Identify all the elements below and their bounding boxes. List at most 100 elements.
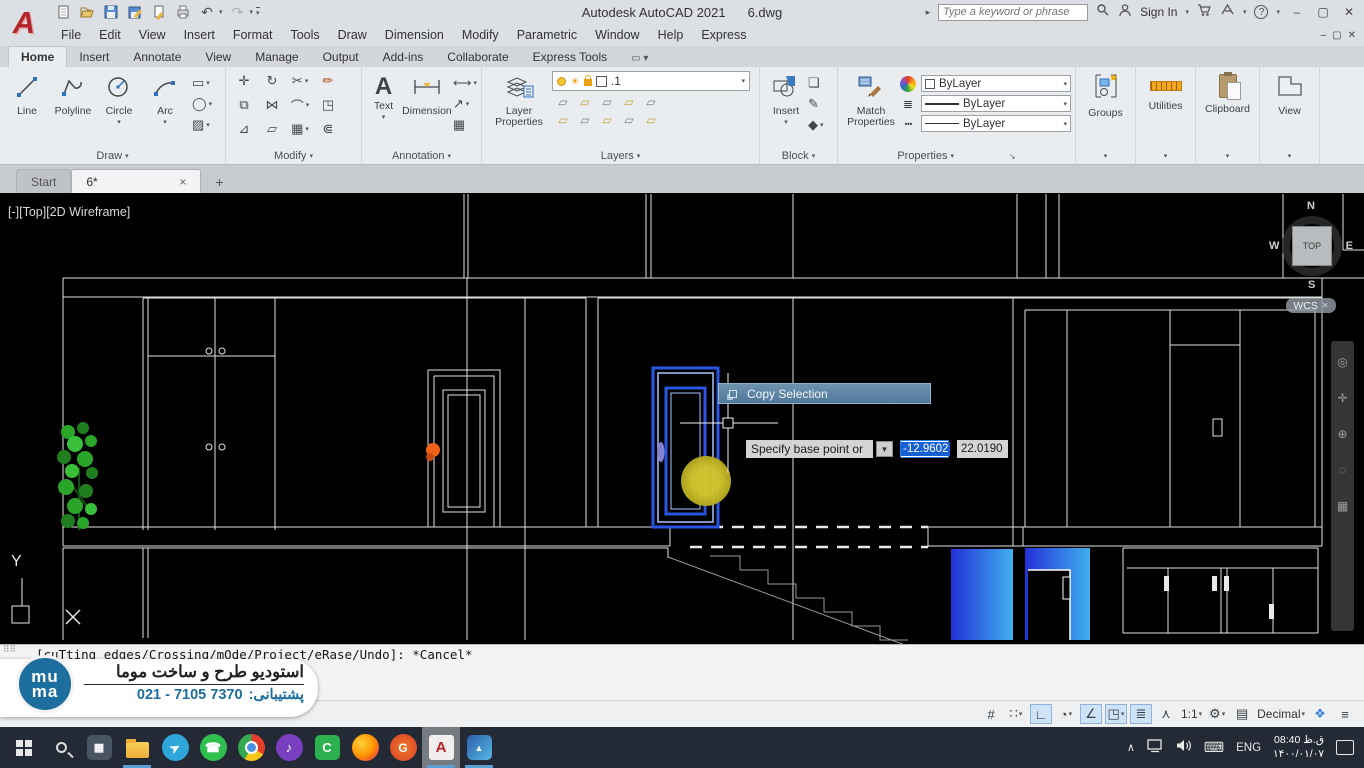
telegram-app-icon[interactable]: ➤ <box>156 727 194 768</box>
units-dropdown[interactable]: Decimal▾ <box>1256 704 1306 724</box>
print-icon[interactable] <box>174 3 192 21</box>
menu-draw[interactable]: Draw <box>329 28 376 42</box>
layer-dropdown-icon[interactable]: ▾ <box>741 77 745 85</box>
autodesk-app-icon[interactable] <box>1220 3 1235 21</box>
menu-insert[interactable]: Insert <box>175 28 224 42</box>
circle-button[interactable]: Circle ▾ <box>96 71 142 126</box>
menu-window[interactable]: Window <box>586 28 648 42</box>
dynamic-input-x[interactable]: -12.9602 <box>900 440 949 458</box>
layer-unisolate-icon[interactable]: ▱ <box>574 95 596 113</box>
view-panel-flyout[interactable]: ▾ <box>1260 148 1319 164</box>
isolate-objects-icon[interactable]: ▤ <box>1231 704 1253 724</box>
doc-minimize-button[interactable]: – <box>1321 30 1327 41</box>
tab-collaborate[interactable]: Collaborate <box>435 47 520 67</box>
array-icon[interactable]: ▦▾ <box>286 121 314 137</box>
fillet-icon[interactable]: ⌒▾ <box>286 97 314 113</box>
annotation-monitor-icon[interactable]: ⋏ <box>1155 704 1177 724</box>
pan-icon[interactable]: ✛ <box>1337 391 1347 405</box>
arc-dropdown-icon[interactable]: ▾ <box>163 118 167 126</box>
start-button[interactable] <box>4 727 42 768</box>
search-input[interactable] <box>938 4 1088 21</box>
annotation-scale-button[interactable]: 1:1▾ <box>1180 704 1203 724</box>
close-button[interactable]: ✕ <box>1340 5 1358 19</box>
open-folder-icon[interactable] <box>78 3 96 21</box>
taskbar-search-button[interactable] <box>42 727 80 768</box>
mirror-icon[interactable]: ⋈ <box>258 97 286 113</box>
tab-manage[interactable]: Manage <box>243 47 310 67</box>
menu-express[interactable]: Express <box>692 28 755 42</box>
layer-lock-tool-icon[interactable]: ▱ <box>618 95 640 113</box>
menu-parametric[interactable]: Parametric <box>508 28 586 42</box>
groups-icon[interactable] <box>1091 71 1121 106</box>
rectangle-icon[interactable]: ▭▾ <box>192 75 212 91</box>
tab-view[interactable]: View <box>193 47 243 67</box>
volume-icon[interactable] <box>1176 738 1192 758</box>
layer-isolate-icon[interactable]: ▱ <box>552 95 574 113</box>
circle-dropdown-icon[interactable]: ▾ <box>117 118 121 126</box>
chrome-app-icon[interactable] <box>232 727 270 768</box>
tab-insert[interactable]: Insert <box>67 47 121 67</box>
arc-button[interactable]: Arc ▾ <box>142 71 188 126</box>
ellipse-icon[interactable]: ◯▾ <box>192 96 212 112</box>
tab-addins[interactable]: Add-ins <box>371 47 436 67</box>
scale-icon[interactable]: ▱ <box>258 121 286 137</box>
qat-customize-icon[interactable]: ▾ <box>256 7 260 17</box>
properties-panel-label[interactable]: Properties▾↘ <box>838 148 1075 164</box>
tab-output[interactable]: Output <box>311 47 371 67</box>
image-viewer-app-icon[interactable]: ▲ <box>460 727 498 768</box>
text-button[interactable]: A Text ▾ <box>366 71 401 121</box>
match-properties-button[interactable]: Match Properties <box>842 71 900 128</box>
move-icon[interactable]: ✛ <box>230 73 258 89</box>
menu-edit[interactable]: Edit <box>90 28 130 42</box>
menu-tools[interactable]: Tools <box>281 28 328 42</box>
line-button[interactable]: Line <box>4 71 50 117</box>
layer-merge-icon[interactable]: ▱ <box>640 113 662 131</box>
language-indicator[interactable]: ENG <box>1236 742 1261 754</box>
menu-help[interactable]: Help <box>649 28 693 42</box>
help-icon[interactable]: ? <box>1254 5 1268 19</box>
app-store-cart-icon[interactable] <box>1197 3 1212 22</box>
layers-panel-label[interactable]: Layers▾ <box>482 148 759 164</box>
help-dropdown-icon[interactable]: ▾ <box>1276 8 1280 16</box>
tab-express-tools[interactable]: Express Tools <box>521 47 619 67</box>
viewcube-top-face[interactable]: TOP <box>1292 226 1332 266</box>
block-editor-icon[interactable]: ✎ <box>808 96 824 112</box>
tray-chevron-icon[interactable]: ∧ <box>1127 741 1135 754</box>
annotation-panel-label[interactable]: Annotation▾ <box>362 148 481 164</box>
zoom-icon[interactable]: ⊕ <box>1337 427 1347 441</box>
dynamic-input-options-icon[interactable]: ▼ <box>876 441 893 457</box>
trim-icon[interactable]: ✂▾ <box>286 73 314 89</box>
create-block-icon[interactable]: ❏ <box>808 75 824 91</box>
menu-format[interactable]: Format <box>224 28 282 42</box>
command-drag-handle[interactable]: ⠿⠿ <box>3 645 16 653</box>
whatsapp-app-icon[interactable]: ☎ <box>194 727 232 768</box>
file-explorer-app-icon[interactable] <box>118 727 156 768</box>
network-icon[interactable] <box>1147 738 1164 758</box>
ribbon-display-toggle-icon[interactable]: ▭ ▾ <box>619 50 660 67</box>
layer-color-swatch[interactable] <box>596 76 607 87</box>
hatch-icon[interactable]: ▨▾ <box>192 117 212 133</box>
explode-icon[interactable]: ◳ <box>314 97 342 113</box>
measure-ruler-icon[interactable] <box>1150 81 1182 91</box>
rotate-icon[interactable]: ↻ <box>258 73 286 89</box>
polar-tracking-icon[interactable]: ◔▾ <box>1055 704 1077 724</box>
osnap-tracking-icon[interactable]: ∠ <box>1080 704 1102 724</box>
tab-home[interactable]: Home <box>8 46 67 67</box>
draw-panel-label[interactable]: Draw▾ <box>0 148 225 164</box>
calculator-app-icon[interactable]: ▦ <box>80 727 118 768</box>
layer-make-current-icon[interactable]: ▱ <box>552 113 574 131</box>
taskbar-clock[interactable]: 08:40 ق.ظ ۱۴۰۰/۰۱/۰۷ <box>1273 734 1324 761</box>
dynamic-input-y[interactable]: 22.0190 <box>957 440 1008 458</box>
tab-annotate[interactable]: Annotate <box>121 47 193 67</box>
layer-lock-icon[interactable] <box>584 79 592 86</box>
define-attributes-icon[interactable]: ◆▾ <box>808 117 824 133</box>
properties-dialog-launcher-icon[interactable]: ↘ <box>1009 152 1016 161</box>
redo-icon[interactable]: ↷ <box>229 3 247 21</box>
menu-dimension[interactable]: Dimension <box>376 28 453 42</box>
modify-panel-label[interactable]: Modify▾ <box>226 148 361 164</box>
search-flyout-icon[interactable]: ▸ <box>926 7 931 18</box>
ortho-mode-icon[interactable]: ∟ <box>1030 704 1052 724</box>
menu-file[interactable]: File <box>52 28 90 42</box>
layer-unlock-icon[interactable]: ▱ <box>618 113 640 131</box>
viewport-controls-label[interactable]: [-][Top][2D Wireframe] <box>8 205 130 219</box>
